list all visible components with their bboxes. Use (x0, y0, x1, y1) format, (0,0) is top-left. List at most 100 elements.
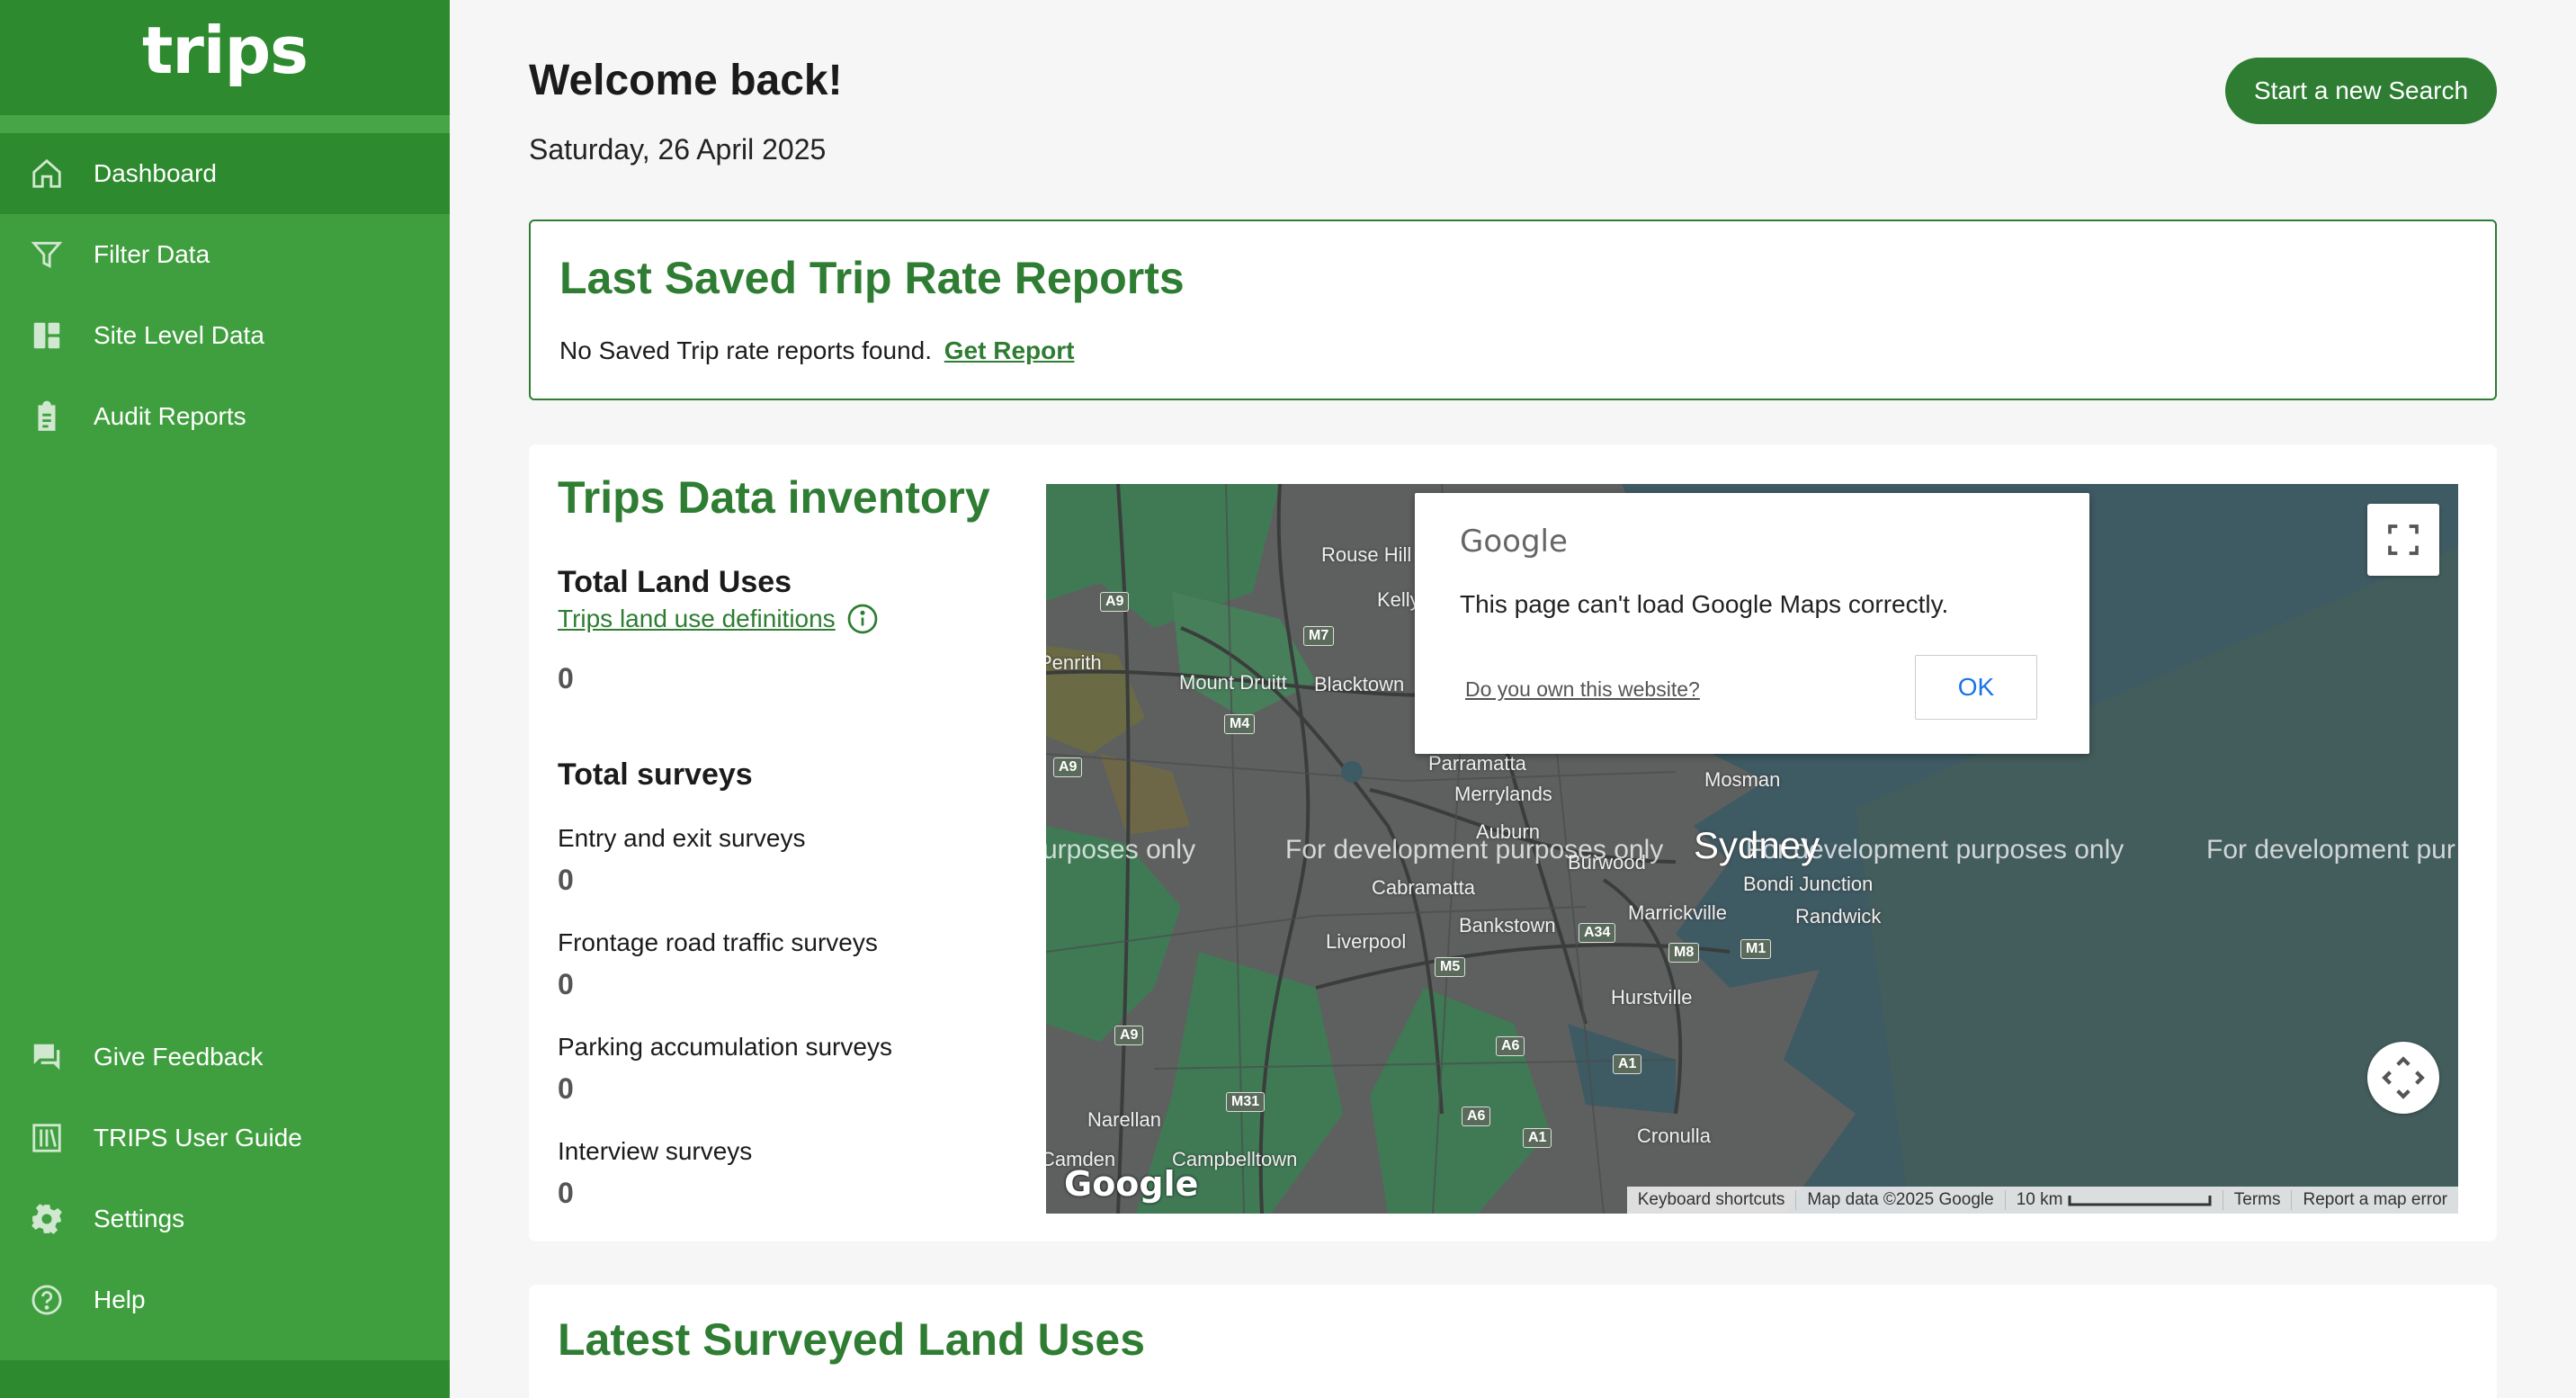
road-shield: M1 (1740, 939, 1772, 959)
get-report-link[interactable]: Get Report (944, 336, 1075, 364)
sidebar-item-label: Settings (94, 1205, 185, 1232)
road-shield: A9 (1114, 1026, 1144, 1045)
own-website-link[interactable]: Do you own this website? (1465, 677, 1700, 702)
map-label-parramatta: Parramatta (1428, 752, 1526, 775)
land-use-definitions-label: Trips land use definitions (558, 605, 836, 632)
sidebar-item-label: Give Feedback (94, 1043, 264, 1071)
info-icon[interactable] (846, 603, 879, 635)
filter-icon (29, 237, 65, 273)
scale-bar-icon (2068, 1195, 2212, 1206)
road-shield: M7 (1303, 626, 1335, 646)
map-label-hurstville: Hurstville (1611, 986, 1693, 1008)
report-map-error-link[interactable]: Report a map error (2291, 1190, 2458, 1210)
map-label-marrickville: Marrickville (1628, 901, 1727, 924)
dev-watermark: For development purposes only (1285, 835, 1664, 865)
sidebar-item-label: Dashboard (94, 159, 217, 187)
latest-land-uses-card: Latest Surveyed Land Uses (529, 1285, 2497, 1398)
saved-reports-title: Last Saved Trip Rate Reports (559, 253, 1185, 303)
dev-watermark: For development pur (2206, 835, 2455, 865)
saved-reports-card: Last Saved Trip Rate Reports No Saved Tr… (529, 220, 2497, 400)
road-shield: M8 (1668, 943, 1700, 963)
land-use-definitions-link[interactable]: Trips land use definitions (558, 603, 879, 635)
map-scale[interactable]: 10 km (2004, 1190, 2223, 1210)
maps-error-message: This page can't load Google Maps correct… (1460, 590, 1949, 618)
feedback-icon (29, 1039, 65, 1075)
map-label-cronulla: Cronulla (1637, 1125, 1711, 1147)
google-dialog-logo: Google (1460, 524, 1568, 560)
dialog-ok-button[interactable]: OK (1915, 655, 2037, 720)
map-label-cabramatta: Cabramatta (1372, 876, 1475, 899)
map-pan-control[interactable] (2367, 1042, 2439, 1114)
road-shield: A9 (1100, 592, 1130, 612)
land-uses-count: 0 (558, 662, 574, 695)
survey-label-interview: Interview surveys (558, 1137, 753, 1165)
road-shield: A9 (1053, 757, 1083, 777)
road-shield: M5 (1435, 957, 1466, 977)
sidebar: trips Dashboard Filter Data Site Level D… (0, 0, 450, 1398)
start-new-search-button[interactable]: Start a new Search (2225, 58, 2497, 124)
road-shield: A6 (1462, 1107, 1491, 1126)
terms-link[interactable]: Terms (2222, 1190, 2292, 1210)
survey-label-frontage-road: Frontage road traffic surveys (558, 928, 878, 956)
road-shield: M4 (1224, 714, 1256, 734)
sidebar-item-label: Site Level Data (94, 321, 264, 349)
sidebar-item-help[interactable]: Help (0, 1259, 450, 1340)
clipboard-icon (29, 399, 65, 435)
dev-watermark: For development purposes only (1746, 835, 2124, 865)
road-shield: M31 (1226, 1092, 1266, 1112)
map-label-bankstown: Bankstown (1459, 914, 1556, 936)
survey-count-frontage-road: 0 (558, 968, 574, 1000)
sidebar-footer (0, 1360, 450, 1398)
saved-reports-message: No Saved Trip rate reports found. Get Re… (559, 336, 1074, 365)
sidebar-item-label: TRIPS User Guide (94, 1124, 302, 1152)
sidebar-item-filter-data[interactable]: Filter Data (0, 214, 450, 295)
gear-icon (29, 1201, 65, 1237)
surveys-heading: Total surveys (558, 757, 753, 792)
map-label-penrith: Penrith (1046, 651, 1102, 674)
road-shield: A1 (1613, 1054, 1642, 1074)
google-map[interactable]: Rouse Hill Kellyville Penrith Mount Drui… (1046, 484, 2458, 1214)
survey-label-parking: Parking accumulation surveys (558, 1033, 892, 1061)
fullscreen-button[interactable] (2367, 504, 2439, 576)
map-attribution: Keyboard shortcuts Map data ©2025 Google… (1626, 1187, 2458, 1214)
sidebar-item-user-guide[interactable]: TRIPS User Guide (0, 1098, 450, 1178)
google-logo[interactable]: Google (1064, 1164, 1198, 1204)
map-label-blacktown: Blacktown (1314, 673, 1405, 695)
map-label-narellan: Narellan (1087, 1108, 1161, 1131)
maps-error-dialog: Google This page can't load Google Maps … (1415, 493, 2089, 754)
map-label-bondi-junction: Bondi Junction (1743, 873, 1874, 895)
sidebar-item-label: Audit Reports (94, 402, 246, 430)
pan-arrows-icon (2382, 1056, 2425, 1099)
keyboard-shortcuts-button[interactable]: Keyboard shortcuts (1627, 1190, 1796, 1210)
road-shield: A6 (1496, 1036, 1525, 1056)
sidebar-item-dashboard[interactable]: Dashboard (0, 133, 450, 214)
survey-count-parking: 0 (558, 1072, 574, 1105)
sidebar-item-site-level-data[interactable]: Site Level Data (0, 295, 450, 376)
page-title: Welcome back! (529, 57, 843, 104)
map-label-mount-druitt: Mount Druitt (1179, 671, 1287, 694)
no-reports-text: No Saved Trip rate reports found. (559, 336, 932, 364)
map-label-rouse-hill: Rouse Hill (1321, 543, 1412, 566)
map-data-credit: Map data ©2025 Google (1795, 1190, 2004, 1210)
survey-label-entry-exit: Entry and exit surveys (558, 824, 806, 852)
sidebar-item-give-feedback[interactable]: Give Feedback (0, 1017, 450, 1098)
brand-logo[interactable]: trips (0, 0, 450, 115)
sidebar-item-label: Filter Data (94, 240, 210, 268)
sidebar-item-audit-reports[interactable]: Audit Reports (0, 376, 450, 457)
dev-watermark: urposes only (1046, 835, 1196, 865)
sidebar-item-settings[interactable]: Settings (0, 1178, 450, 1259)
road-shield: A34 (1579, 923, 1616, 943)
land-uses-heading: Total Land Uses (558, 565, 792, 599)
book-icon (29, 1120, 65, 1156)
current-date: Saturday, 26 April 2025 (529, 133, 827, 166)
map-label-randwick: Randwick (1795, 905, 1882, 928)
home-icon (29, 156, 65, 192)
brand-logo-text: trips (142, 13, 309, 88)
sidebar-item-label: Help (94, 1286, 146, 1313)
road-shield: A1 (1523, 1128, 1552, 1148)
help-icon (29, 1282, 65, 1318)
dashboard-grid-icon (29, 318, 65, 354)
map-label-merrylands: Merrylands (1454, 783, 1552, 805)
brand-divider (0, 115, 450, 133)
map-scale-label: 10 km (2016, 1190, 2063, 1209)
